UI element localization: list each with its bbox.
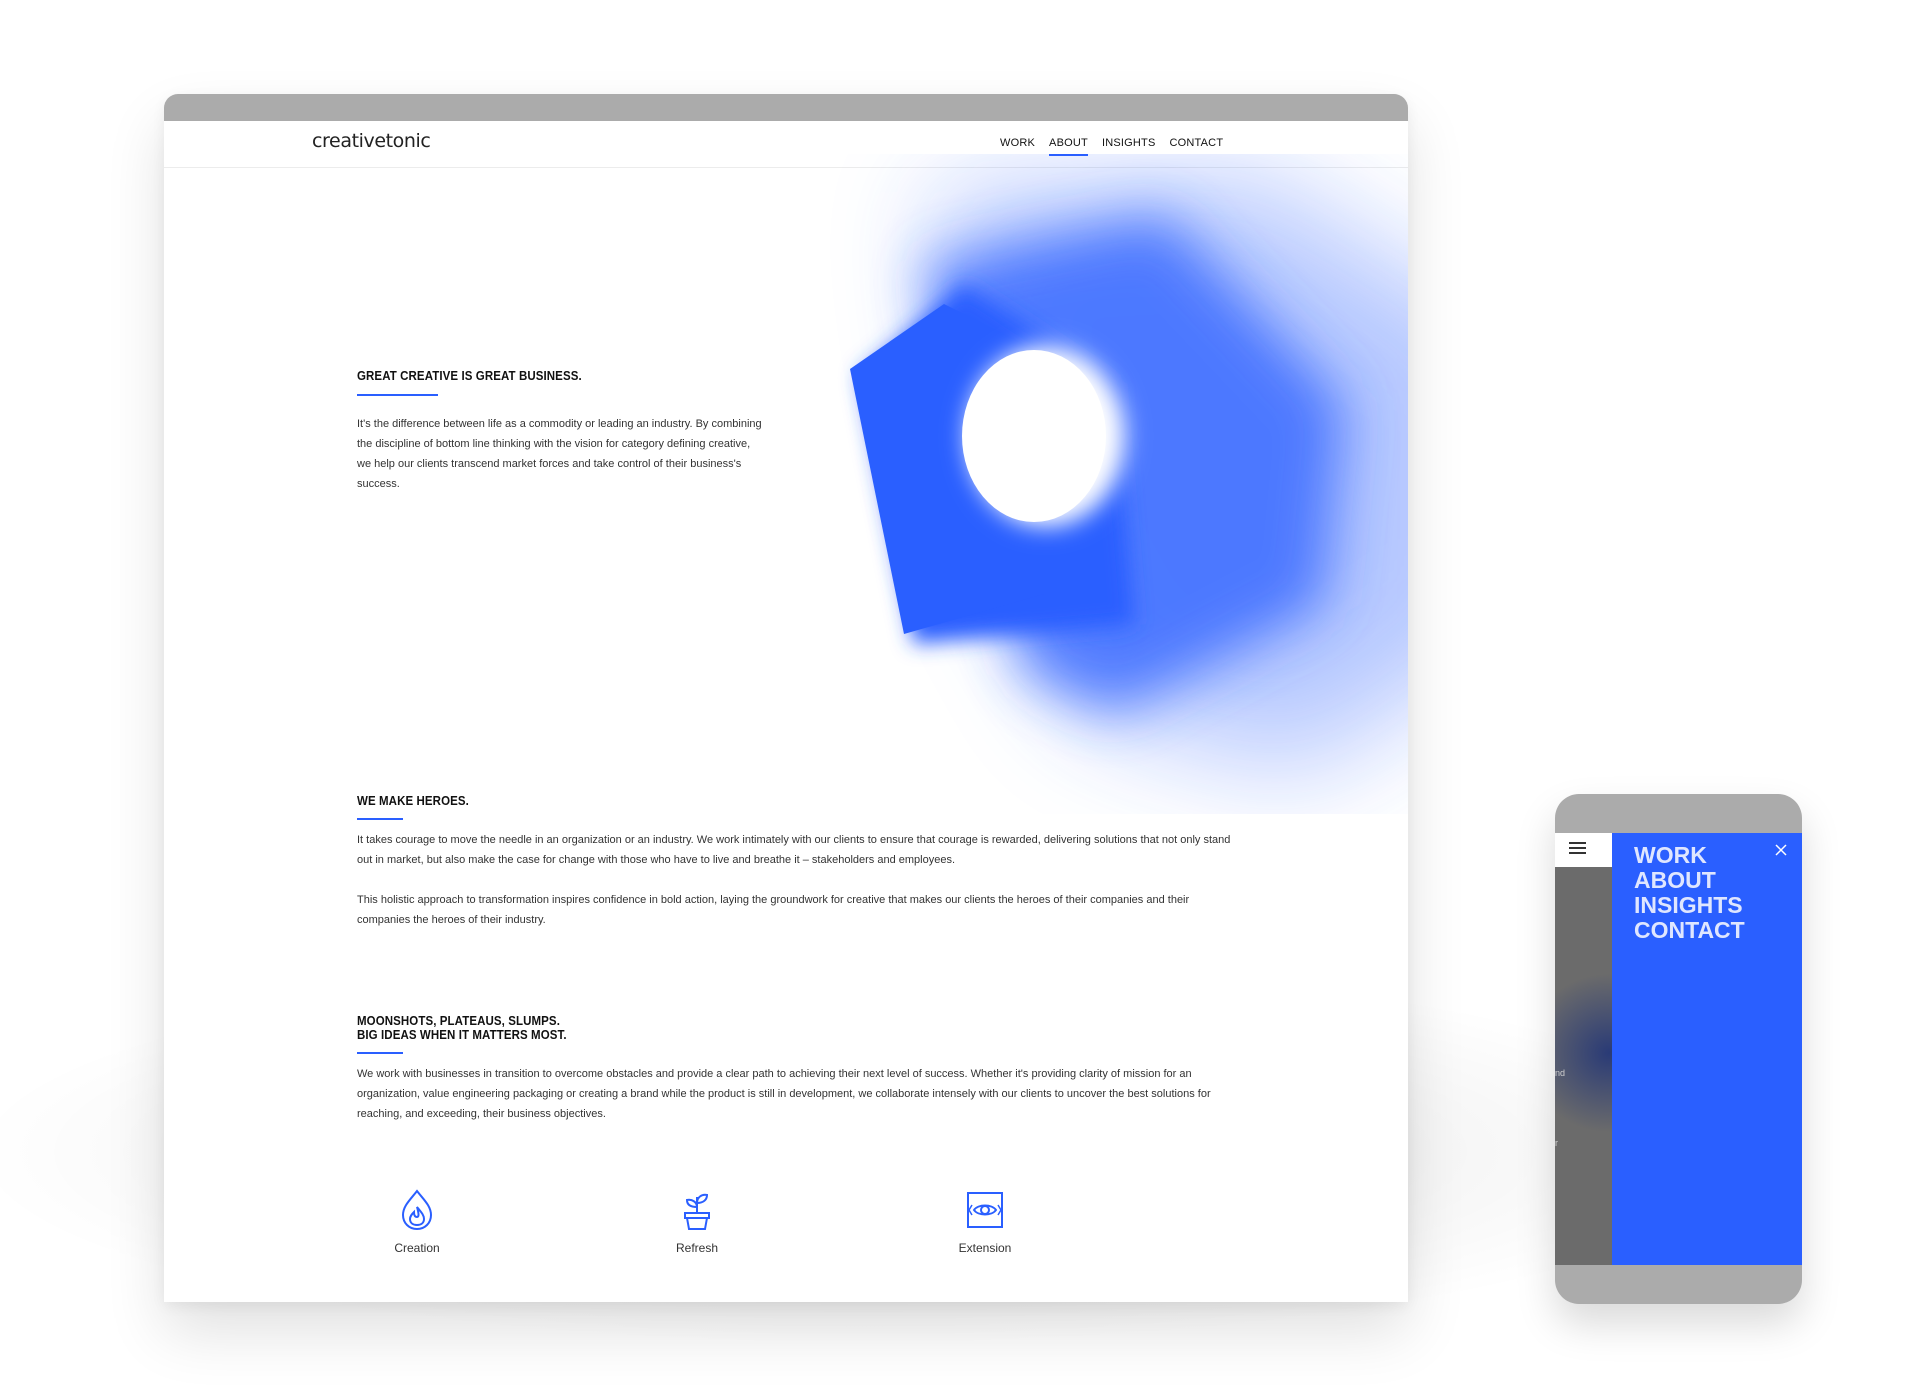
mobile-menu-contact[interactable]: CONTACT bbox=[1634, 918, 1745, 943]
feature-label: Extension bbox=[958, 1241, 1012, 1255]
feature-label: Creation bbox=[394, 1241, 440, 1255]
eye-frame-icon bbox=[967, 1192, 1003, 1228]
section-title: WE MAKE HEROES. bbox=[357, 794, 469, 808]
feature-label: Refresh bbox=[675, 1241, 719, 1255]
hamburger-menu-icon[interactable] bbox=[1569, 842, 1586, 856]
feature-creation: Creation bbox=[357, 1189, 477, 1255]
mobile-menu-work[interactable]: WORK bbox=[1634, 843, 1745, 868]
section-paragraph: It's the difference between life as a co… bbox=[357, 418, 762, 490]
desktop-browser-mockup: creativetonic WORK ABOUT INSIGHTS CONTAC… bbox=[164, 94, 1408, 1302]
browser-chrome-bar bbox=[164, 94, 1408, 121]
ghost-text: r bbox=[1555, 1138, 1558, 1148]
section-we-make-heroes: WE MAKE HEROES. It takes courage to move… bbox=[357, 794, 1237, 930]
mobile-phone-mockup: nd r WORK ABOUT INSIGHTS CONTACT bbox=[1555, 794, 1802, 1304]
section-title-line-2: BIG IDEAS WHEN IT MATTERS MOST. bbox=[357, 1028, 567, 1042]
accent-underline bbox=[357, 394, 438, 396]
feature-extension: Extension bbox=[925, 1189, 1045, 1255]
mobile-menu-insights[interactable]: INSIGHTS bbox=[1634, 893, 1745, 918]
hero-blob-graphic bbox=[850, 174, 1408, 774]
section-paragraph: It takes courage to move the needle in a… bbox=[357, 834, 1231, 866]
close-icon[interactable] bbox=[1775, 844, 1787, 856]
accent-underline bbox=[357, 818, 403, 820]
mobile-menu-about[interactable]: ABOUT bbox=[1634, 868, 1745, 893]
section-title-line-1: MOONSHOTS, PLATEAUS, SLUMPS. bbox=[357, 1014, 560, 1028]
section-title: GREAT CREATIVE IS GREAT BUSINESS. bbox=[357, 369, 582, 383]
mobile-menu-overlay: WORK ABOUT INSIGHTS CONTACT bbox=[1612, 833, 1802, 1265]
accent-underline bbox=[357, 1052, 403, 1054]
section-moonshots: MOONSHOTS, PLATEAUS, SLUMPS. BIG IDEAS W… bbox=[357, 1014, 1217, 1124]
ghost-text: nd bbox=[1555, 1068, 1566, 1078]
plant-pot-icon bbox=[684, 1193, 710, 1230]
feature-refresh: Refresh bbox=[637, 1189, 757, 1255]
logo[interactable]: creativetonic bbox=[312, 130, 431, 152]
flame-icon bbox=[401, 1189, 433, 1231]
section-great-creative: GREAT CREATIVE IS GREAT BUSINESS. It's t… bbox=[357, 369, 767, 494]
mobile-menu-list: WORK ABOUT INSIGHTS CONTACT bbox=[1634, 843, 1745, 943]
section-paragraph: This holistic approach to transformation… bbox=[357, 894, 1190, 926]
section-paragraph: We work with businesses in transition to… bbox=[357, 1068, 1211, 1120]
phone-topbar bbox=[1555, 833, 1612, 867]
phone-screen: nd r WORK ABOUT INSIGHTS CONTACT bbox=[1555, 833, 1802, 1265]
